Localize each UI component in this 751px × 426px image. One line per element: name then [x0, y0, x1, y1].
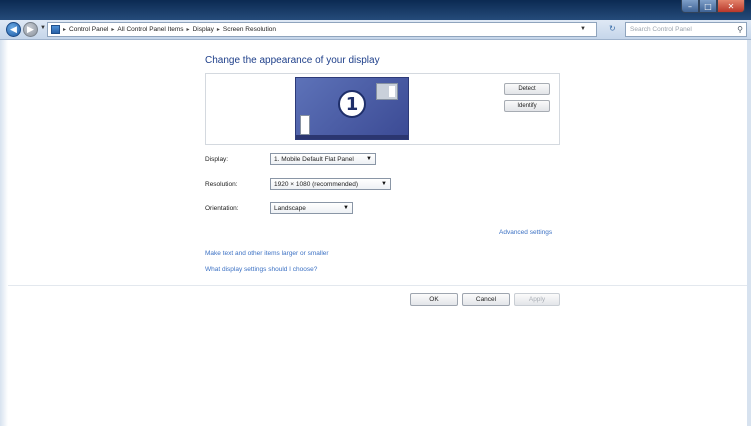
- close-button[interactable]: ✕: [717, 0, 745, 13]
- address-dropdown-icon[interactable]: ▼: [580, 26, 586, 32]
- resolution-select-value: 1920 × 1080 (recommended): [274, 180, 359, 188]
- right-border: [747, 40, 751, 426]
- dropdown-arrow-icon: ▼: [366, 156, 372, 162]
- control-panel-icon: [51, 25, 60, 34]
- breadcrumb-separator-icon[interactable]: ▸: [187, 26, 190, 33]
- breadcrumb-separator-icon[interactable]: ▸: [217, 26, 220, 33]
- orientation-select[interactable]: Landscape ▼: [270, 202, 353, 214]
- refresh-icon[interactable]: ↻: [609, 24, 616, 33]
- display-select-value: 1. Mobile Default Flat Panel: [274, 155, 354, 163]
- page-title: Change the appearance of your display: [205, 55, 380, 66]
- display-label: Display:: [205, 156, 229, 163]
- advanced-settings-link[interactable]: Advanced settings: [499, 229, 552, 236]
- window-controls: – □ ✕: [681, 0, 745, 14]
- breadcrumb-all-items[interactable]: All Control Panel Items: [117, 26, 183, 33]
- screen-resolution-window: – □ ✕ ◀ ▶ ▼ ▸ Control Panel ▸ All Contro…: [0, 0, 751, 426]
- cancel-button[interactable]: Cancel: [462, 293, 510, 306]
- apply-button[interactable]: Apply: [514, 293, 560, 306]
- left-border: [0, 40, 8, 426]
- text-size-link[interactable]: Make text and other items larger or smal…: [205, 250, 329, 257]
- breadcrumb-display[interactable]: Display: [193, 26, 214, 33]
- monitor-preview-panel: 1 Detect Identify: [205, 73, 560, 145]
- monitor-1-preview[interactable]: 1: [295, 77, 409, 140]
- breadcrumb-separator-icon[interactable]: ▸: [63, 26, 66, 33]
- ok-button[interactable]: OK: [410, 293, 458, 306]
- monitor-number-badge: 1: [338, 90, 366, 118]
- window-thumbnail-icon: [376, 83, 398, 100]
- breadcrumb-separator-icon[interactable]: ▸: [111, 26, 114, 33]
- display-settings-help-link[interactable]: What display settings should I choose?: [205, 266, 317, 273]
- forward-arrow-icon[interactable]: ▶: [23, 22, 38, 37]
- search-input[interactable]: Search Control Panel ⚲: [625, 22, 747, 37]
- display-select[interactable]: 1. Mobile Default Flat Panel ▼: [270, 153, 376, 165]
- resolution-label: Resolution:: [205, 181, 238, 188]
- detect-button[interactable]: Detect: [504, 83, 550, 95]
- orientation-label: Orientation:: [205, 205, 239, 212]
- maximize-button[interactable]: □: [699, 0, 717, 13]
- address-bar[interactable]: ▸ Control Panel ▸ All Control Panel Item…: [47, 22, 597, 37]
- breadcrumb-control-panel[interactable]: Control Panel: [69, 26, 108, 33]
- taskbar-thumbnail: [296, 135, 408, 139]
- navigation-bar: ◀ ▶ ▼ ▸ Control Panel ▸ All Control Pane…: [0, 20, 751, 40]
- search-icon[interactable]: ⚲: [737, 25, 743, 34]
- recent-pages-dropdown-icon[interactable]: ▼: [40, 25, 46, 31]
- orientation-select-value: Landscape: [274, 204, 306, 212]
- back-arrow-icon[interactable]: ◀: [6, 22, 21, 37]
- resolution-select[interactable]: 1920 × 1080 (recommended) ▼: [270, 178, 391, 190]
- minimize-button[interactable]: –: [681, 0, 699, 13]
- divider: [8, 285, 747, 286]
- dropdown-arrow-icon: ▼: [343, 205, 349, 211]
- window-thumbnail-icon: [300, 115, 310, 135]
- title-bar: – □ ✕: [0, 0, 751, 20]
- identify-button[interactable]: Identify: [504, 100, 550, 112]
- dropdown-arrow-icon: ▼: [381, 181, 387, 187]
- search-placeholder: Search Control Panel: [630, 26, 692, 33]
- breadcrumb-screen-resolution[interactable]: Screen Resolution: [223, 26, 276, 33]
